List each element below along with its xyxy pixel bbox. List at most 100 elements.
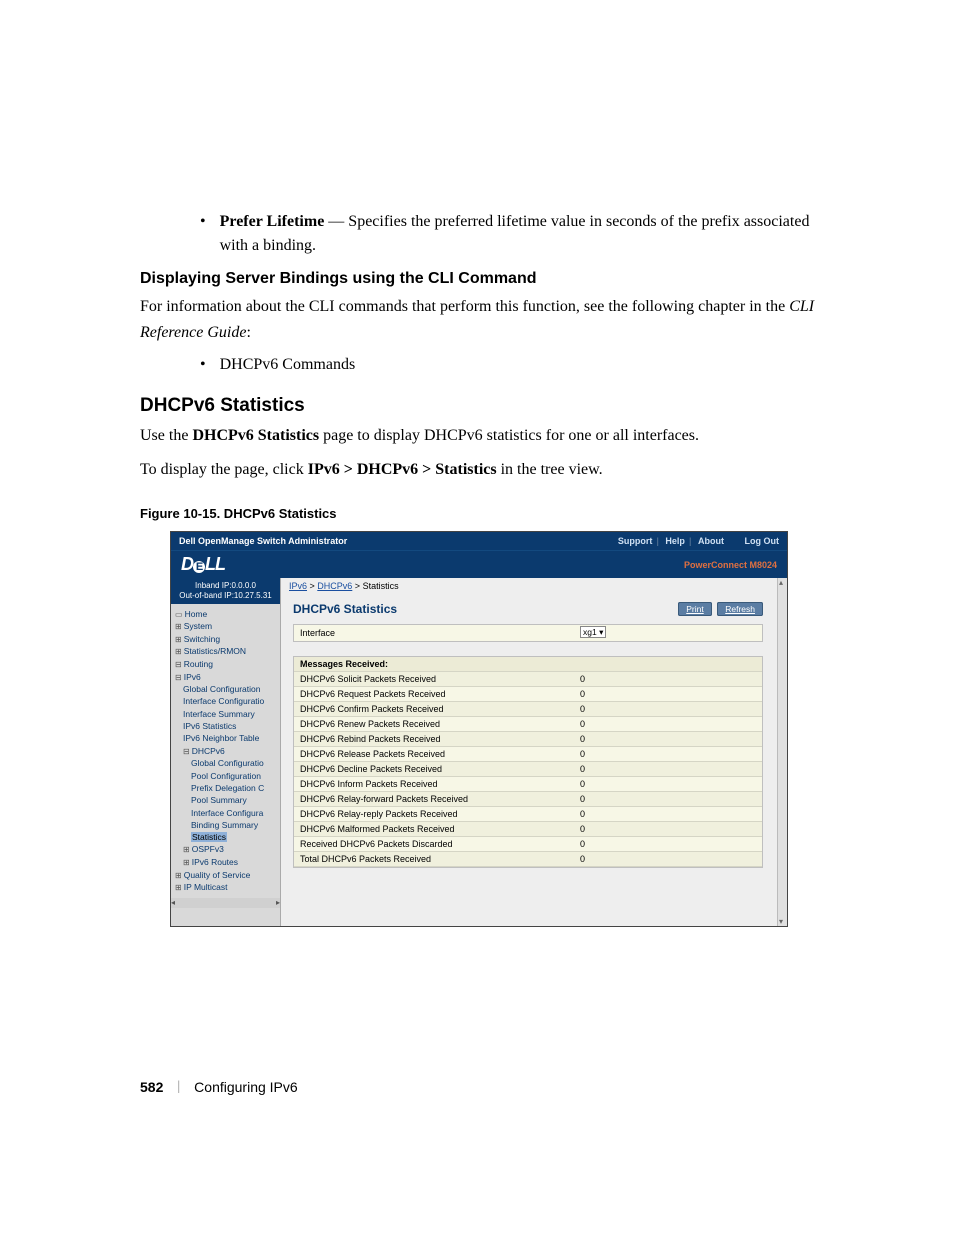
stat-value: 0 <box>574 807 762 821</box>
page-footer: 582 | Configuring IPv6 <box>140 1079 834 1095</box>
tree-toggle-icon[interactable]: ⊞ <box>175 883 182 892</box>
nav-item[interactable]: Global Configuration <box>183 683 278 695</box>
stat-name: DHCPv6 Malformed Packets Received <box>294 822 574 836</box>
nav-tree[interactable]: ▭Home⊞System⊞Switching⊞Statistics/RMON⊟R… <box>171 604 280 898</box>
main-panel: IPv6 > DHCPv6 > Statistics DHCPv6 Statis… <box>281 578 787 926</box>
tree-toggle-icon[interactable]: ⊞ <box>175 871 182 880</box>
nav-item[interactable]: Interface Configura <box>191 807 278 819</box>
nav-item[interactable]: ⊞IPv6 Routes <box>183 856 278 869</box>
help-link[interactable]: Help <box>665 536 685 546</box>
nav-item[interactable]: ⊞Statistics/RMON <box>175 645 278 658</box>
tree-toggle-icon[interactable]: ▭ <box>175 610 183 619</box>
model-label: PowerConnect M8024 <box>684 560 777 570</box>
stats-heading: DHCPv6 Statistics <box>140 395 834 417</box>
about-link[interactable]: About <box>698 536 724 546</box>
table-row: DHCPv6 Release Packets Received0 <box>294 747 762 762</box>
sidebar-nav: Inband IP:0.0.0.0 Out-of-band IP:10.27.5… <box>171 578 281 926</box>
interface-row: Interface xg1 ▾ <box>293 624 763 642</box>
breadcrumb: IPv6 > DHCPv6 > Statistics <box>281 578 777 594</box>
nav-item[interactable]: Pool Summary <box>191 794 278 806</box>
nav-item[interactable]: ⊞IP Multicast <box>175 881 278 894</box>
nav-item[interactable]: Binding Summary <box>191 819 278 831</box>
stat-value: 0 <box>574 717 762 731</box>
refresh-button[interactable]: Refresh <box>717 602 763 616</box>
nav-item[interactable]: Pool Configuration <box>191 770 278 782</box>
nav-item[interactable]: ⊞Switching <box>175 633 278 646</box>
tree-toggle-icon[interactable]: ⊞ <box>175 635 182 644</box>
breadcrumb-ipv6[interactable]: IPv6 <box>289 581 307 591</box>
table-row: DHCPv6 Renew Packets Received0 <box>294 717 762 732</box>
stat-name: DHCPv6 Relay-forward Packets Received <box>294 792 574 806</box>
nav-item[interactable]: Interface Configuratio <box>183 695 278 707</box>
nav-item[interactable]: Prefix Delegation C <box>191 782 278 794</box>
stat-value: 0 <box>574 732 762 746</box>
breadcrumb-dhcpv6[interactable]: DHCPv6 <box>317 581 352 591</box>
stat-value: 0 <box>574 672 762 686</box>
ip-info: Inband IP:0.0.0.0 Out-of-band IP:10.27.5… <box>171 578 280 603</box>
tree-toggle-icon[interactable]: ⊞ <box>175 622 182 631</box>
tree-toggle-icon[interactable]: ⊟ <box>175 673 182 682</box>
table-row: DHCPv6 Malformed Packets Received0 <box>294 822 762 837</box>
nav-item[interactable]: IPv6 Statistics <box>183 720 278 732</box>
stat-name: DHCPv6 Request Packets Received <box>294 687 574 701</box>
stat-value: 0 <box>574 837 762 851</box>
section-title: Configuring IPv6 <box>194 1079 298 1095</box>
stat-value: 0 <box>574 762 762 776</box>
breadcrumb-current: Statistics <box>363 581 399 591</box>
table-row: DHCPv6 Inform Packets Received0 <box>294 777 762 792</box>
stats-body-2: To display the page, click IPv6 > DHCPv6… <box>140 457 834 483</box>
tree-toggle-icon[interactable]: ⊞ <box>183 845 190 854</box>
table-row: DHCPv6 Confirm Packets Received0 <box>294 702 762 717</box>
chevron-down-icon: ▾ <box>599 627 603 637</box>
table-row: Received DHCPv6 Packets Discarded0 <box>294 837 762 852</box>
stat-name: Total DHCPv6 Packets Received <box>294 852 574 866</box>
stat-name: DHCPv6 Confirm Packets Received <box>294 702 574 716</box>
nav-item[interactable]: ⊞OSPFv3 <box>183 843 278 856</box>
stat-name: DHCPv6 Inform Packets Received <box>294 777 574 791</box>
stat-value: 0 <box>574 747 762 761</box>
nav-item[interactable]: IPv6 Neighbor Table <box>183 732 278 744</box>
stat-name: DHCPv6 Rebind Packets Received <box>294 732 574 746</box>
nav-item[interactable]: ⊟IPv6 <box>175 671 278 684</box>
bullet-dot-icon: • <box>200 210 206 258</box>
tree-toggle-icon[interactable]: ⊟ <box>175 660 182 669</box>
bullet-prefer-lifetime: • Prefer Lifetime — Specifies the prefer… <box>200 210 834 258</box>
stat-name: DHCPv6 Release Packets Received <box>294 747 574 761</box>
nav-item[interactable]: ⊟Routing <box>175 658 278 671</box>
table-row: DHCPv6 Solicit Packets Received0 <box>294 672 762 687</box>
table-row: DHCPv6 Request Packets Received0 <box>294 687 762 702</box>
logout-link[interactable]: Log Out <box>745 536 780 546</box>
support-link[interactable]: Support <box>618 536 653 546</box>
nav-item[interactable]: Interface Summary <box>183 708 278 720</box>
stat-name: Received DHCPv6 Packets Discarded <box>294 837 574 851</box>
stat-value: 0 <box>574 777 762 791</box>
table-row: DHCPv6 Relay-reply Packets Received0 <box>294 807 762 822</box>
figure-caption: Figure 10-15. DHCPv6 Statistics <box>140 506 834 521</box>
print-button[interactable]: Print <box>678 602 711 616</box>
table-row: Total DHCPv6 Packets Received0 <box>294 852 762 867</box>
nav-item[interactable]: ⊞Quality of Service <box>175 869 278 882</box>
stat-value: 0 <box>574 687 762 701</box>
panel-title: DHCPv6 Statistics <box>293 602 397 616</box>
nav-item[interactable]: ⊞System <box>175 620 278 633</box>
tree-toggle-icon[interactable]: ⊞ <box>175 647 182 656</box>
stat-name: DHCPv6 Decline Packets Received <box>294 762 574 776</box>
stats-table: Messages Received: DHCPv6 Solicit Packet… <box>293 656 763 868</box>
nav-h-scrollbar[interactable]: ◂▸ <box>171 898 280 908</box>
nav-item[interactable]: Global Configuratio <box>191 757 278 769</box>
nav-item[interactable]: ▭Home <box>175 608 278 621</box>
nav-item[interactable]: ⊟DHCPv6 <box>183 745 278 758</box>
stats-body-1: Use the DHCPv6 Statistics page to displa… <box>140 423 834 449</box>
interface-select[interactable]: xg1 ▾ <box>580 626 606 638</box>
cli-body: For information about the CLI commands t… <box>140 294 834 345</box>
bullet-dhcpv6-commands: • DHCPv6 Commands <box>200 353 834 377</box>
tree-toggle-icon[interactable]: ⊟ <box>183 747 190 756</box>
app-titlebar: Dell OpenManage Switch Administrator Sup… <box>171 532 787 550</box>
term: Prefer Lifetime <box>220 213 325 230</box>
tree-toggle-icon[interactable]: ⊞ <box>183 858 190 867</box>
nav-item[interactable]: Statistics <box>191 831 278 843</box>
bullet-dot-icon: • <box>200 353 206 377</box>
stat-value: 0 <box>574 852 762 866</box>
main-v-scrollbar[interactable] <box>777 578 787 926</box>
msg-head: Messages Received: <box>294 657 574 671</box>
